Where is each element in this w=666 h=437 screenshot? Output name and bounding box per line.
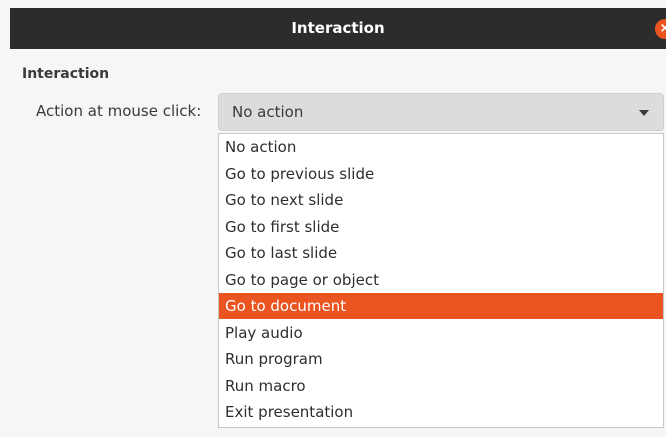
title-bar[interactable]: Interaction × [10, 8, 666, 49]
dropdown-option-run-macro[interactable]: Run macro [219, 373, 663, 399]
dropdown-option-go-to-page-or-object[interactable]: Go to page or object [219, 267, 663, 293]
dropdown-option-go-to-next-slide[interactable]: Go to next slide [219, 187, 663, 213]
dropdown-option-go-to-document[interactable]: Go to document [219, 293, 663, 319]
chevron-down-icon [639, 110, 649, 116]
action-at-mouse-click-label: Action at mouse click: [36, 102, 202, 120]
dropdown-option-go-to-last-slide[interactable]: Go to last slide [219, 240, 663, 266]
dropdown-option-exit-presentation[interactable]: Exit presentation [219, 399, 663, 425]
interaction-dialog: Interaction × Interaction Action at mous… [0, 0, 666, 437]
dropdown-option-run-program[interactable]: Run program [219, 346, 663, 372]
action-dropdown-list: No action Go to previous slide Go to nex… [218, 133, 664, 428]
dropdown-option-go-to-previous-slide[interactable]: Go to previous slide [219, 161, 663, 187]
dropdown-option-go-to-first-slide[interactable]: Go to first slide [219, 214, 663, 240]
window-title: Interaction [291, 19, 385, 37]
dropdown-option-play-audio[interactable]: Play audio [219, 320, 663, 346]
action-dropdown[interactable]: No action [218, 93, 664, 131]
section-title: Interaction [22, 66, 110, 82]
dropdown-option-no-action[interactable]: No action [219, 134, 663, 160]
action-dropdown-value: No action [232, 103, 304, 121]
